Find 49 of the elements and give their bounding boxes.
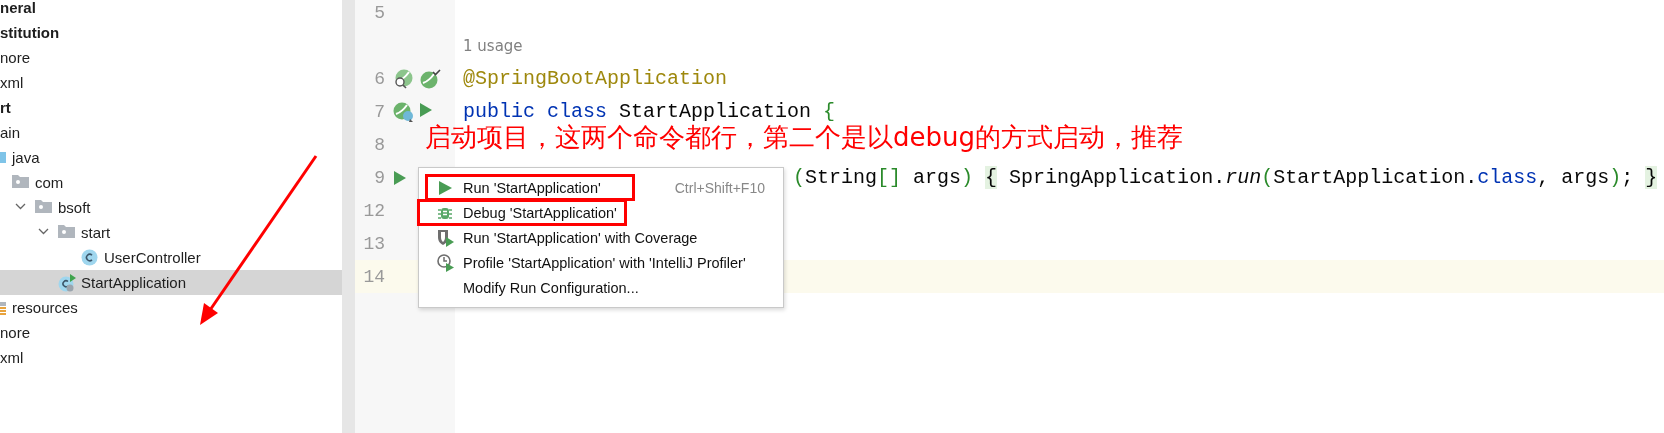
menu-item[interactable]: Debug 'StartApplication' — [419, 200, 783, 225]
annotation-note: 启动项目，这两个命令都行，第二个是以debug的方式启动，推荐 — [425, 121, 1183, 154]
spring-bean-icon[interactable] — [393, 101, 415, 122]
line-number: 5 — [373, 2, 385, 23]
menu-item[interactable]: Profile 'StartApplication' with 'IntelliJ Profiler' — [419, 250, 783, 275]
usage-hint[interactable]: 1 usage — [463, 36, 523, 55]
class-icon — [81, 249, 98, 266]
shortcut-text: Ctrl+Shift+F10 — [674, 179, 765, 196]
tree-item[interactable]: com — [0, 170, 342, 195]
run-class-icon — [58, 274, 77, 293]
tree-item[interactable]: nore — [0, 45, 342, 70]
menu-item[interactable]: Run 'StartApplication' Ctrl+Shift+F10 — [419, 175, 783, 200]
chevron-icon[interactable] — [15, 203, 26, 210]
line-number: 9 — [373, 167, 385, 188]
chevron-icon[interactable] — [38, 228, 49, 235]
run-icon — [437, 179, 453, 196]
tree-item[interactable]: xml — [0, 345, 342, 370]
tree-item[interactable]: rt — [0, 95, 342, 120]
tree-item[interactable]: xml — [0, 70, 342, 95]
line-number: 13 — [362, 233, 385, 254]
tree-item[interactable]: bsoft — [0, 195, 342, 220]
scrollbar-track[interactable] — [342, 0, 355, 433]
line-number: 14 — [362, 266, 385, 287]
spring-bean-check-icon[interactable] — [419, 68, 441, 89]
tree-item[interactable]: stitution — [0, 20, 342, 45]
menu-item[interactable]: Run 'StartApplication' with Coverage — [419, 225, 783, 250]
folder-icon — [35, 199, 52, 213]
run-icon[interactable] — [419, 101, 433, 118]
code-line: @SpringBootApplication — [462, 67, 728, 90]
line-number: 12 — [362, 200, 385, 221]
tree-item[interactable]: java — [0, 145, 342, 170]
run-icon[interactable] — [393, 169, 407, 186]
tree-item[interactable]: nore — [0, 320, 342, 345]
line-number: 7 — [373, 101, 385, 122]
folder-icon — [58, 224, 75, 238]
line-number: 8 — [373, 134, 385, 155]
tree-item[interactable]: start — [0, 220, 342, 245]
tree-item[interactable]: neral — [0, 0, 342, 20]
tree-item[interactable]: resources — [0, 295, 342, 320]
profiler-icon — [437, 253, 455, 272]
folder-icon — [12, 174, 29, 188]
spring-bean-search-icon[interactable] — [393, 68, 415, 89]
menu-item[interactable]: Modify Run Configuration... — [419, 275, 783, 300]
code-line: public class StartApplication { — [462, 100, 836, 123]
tree-item[interactable]: UserController — [0, 245, 342, 270]
tree-item[interactable]: StartApplication — [0, 270, 342, 295]
tree-item[interactable]: ain — [0, 120, 342, 145]
line-number: 6 — [373, 68, 385, 89]
coverage-icon — [437, 228, 455, 247]
